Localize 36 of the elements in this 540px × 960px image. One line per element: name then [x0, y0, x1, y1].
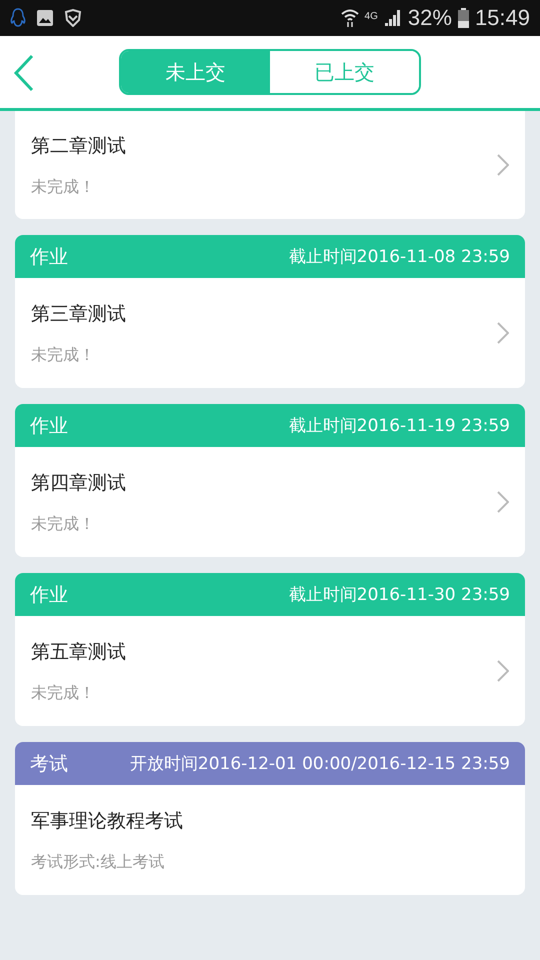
task-status: 考试形式:线上考试 [31, 852, 166, 872]
task-title: 军事理论教程考试 [31, 808, 184, 834]
task-card[interactable]: 作业 截止时间2016-11-08 23:59 第三章测试 未完成！ [15, 235, 525, 388]
chevron-right-icon [497, 322, 509, 344]
chevron-right-icon [497, 660, 509, 682]
task-title: 第二章测试 [31, 134, 127, 158]
deadline-text: 截止时间2016-11-30 23:59 [288, 584, 510, 606]
shield-icon [64, 9, 82, 27]
task-status: 未完成！ [31, 682, 96, 704]
task-title: 第四章测试 [31, 470, 127, 496]
task-type: 考试 [30, 752, 68, 776]
wifi-icon [340, 8, 359, 28]
penguin-icon [10, 8, 26, 28]
deadline-text: 截止时间2016-11-08 23:59 [288, 246, 510, 268]
network-type: 4G [364, 11, 378, 22]
task-title: 第五章测试 [31, 640, 127, 664]
task-type: 作业 [30, 244, 68, 270]
battery-icon [458, 8, 469, 28]
deadline-text: 截止时间2016-11-19 23:59 [288, 415, 510, 437]
task-type: 作业 [30, 582, 68, 608]
chevron-right-icon [497, 491, 509, 513]
image-icon [36, 9, 54, 27]
task-title: 第三章测试 [31, 302, 127, 326]
deadline-text: 开放时间2016-12-01 00:00/2016-12-15 23:59 [130, 753, 510, 775]
task-card[interactable]: 第二章测试 未完成！ [15, 111, 525, 219]
task-card[interactable]: 作业 截止时间2016-11-19 23:59 第四章测试 未完成！ [15, 404, 525, 557]
clock-time: 15:49 [474, 5, 530, 31]
task-card[interactable]: 作业 截止时间2016-11-30 23:59 第五章测试 未完成！ [15, 573, 525, 726]
task-status: 未完成！ [31, 176, 96, 198]
signal-icon [384, 9, 402, 27]
battery-percent: 32% [408, 5, 452, 31]
task-card[interactable]: 考试 开放时间2016-12-01 00:00/2016-12-15 23:59 军事理论教程考试 考试形式:线上考试 [15, 742, 525, 895]
chevron-right-icon [497, 154, 509, 176]
task-status: 未完成！ [31, 514, 96, 534]
task-status: 未完成！ [31, 344, 96, 366]
task-type: 作业 [30, 414, 68, 438]
